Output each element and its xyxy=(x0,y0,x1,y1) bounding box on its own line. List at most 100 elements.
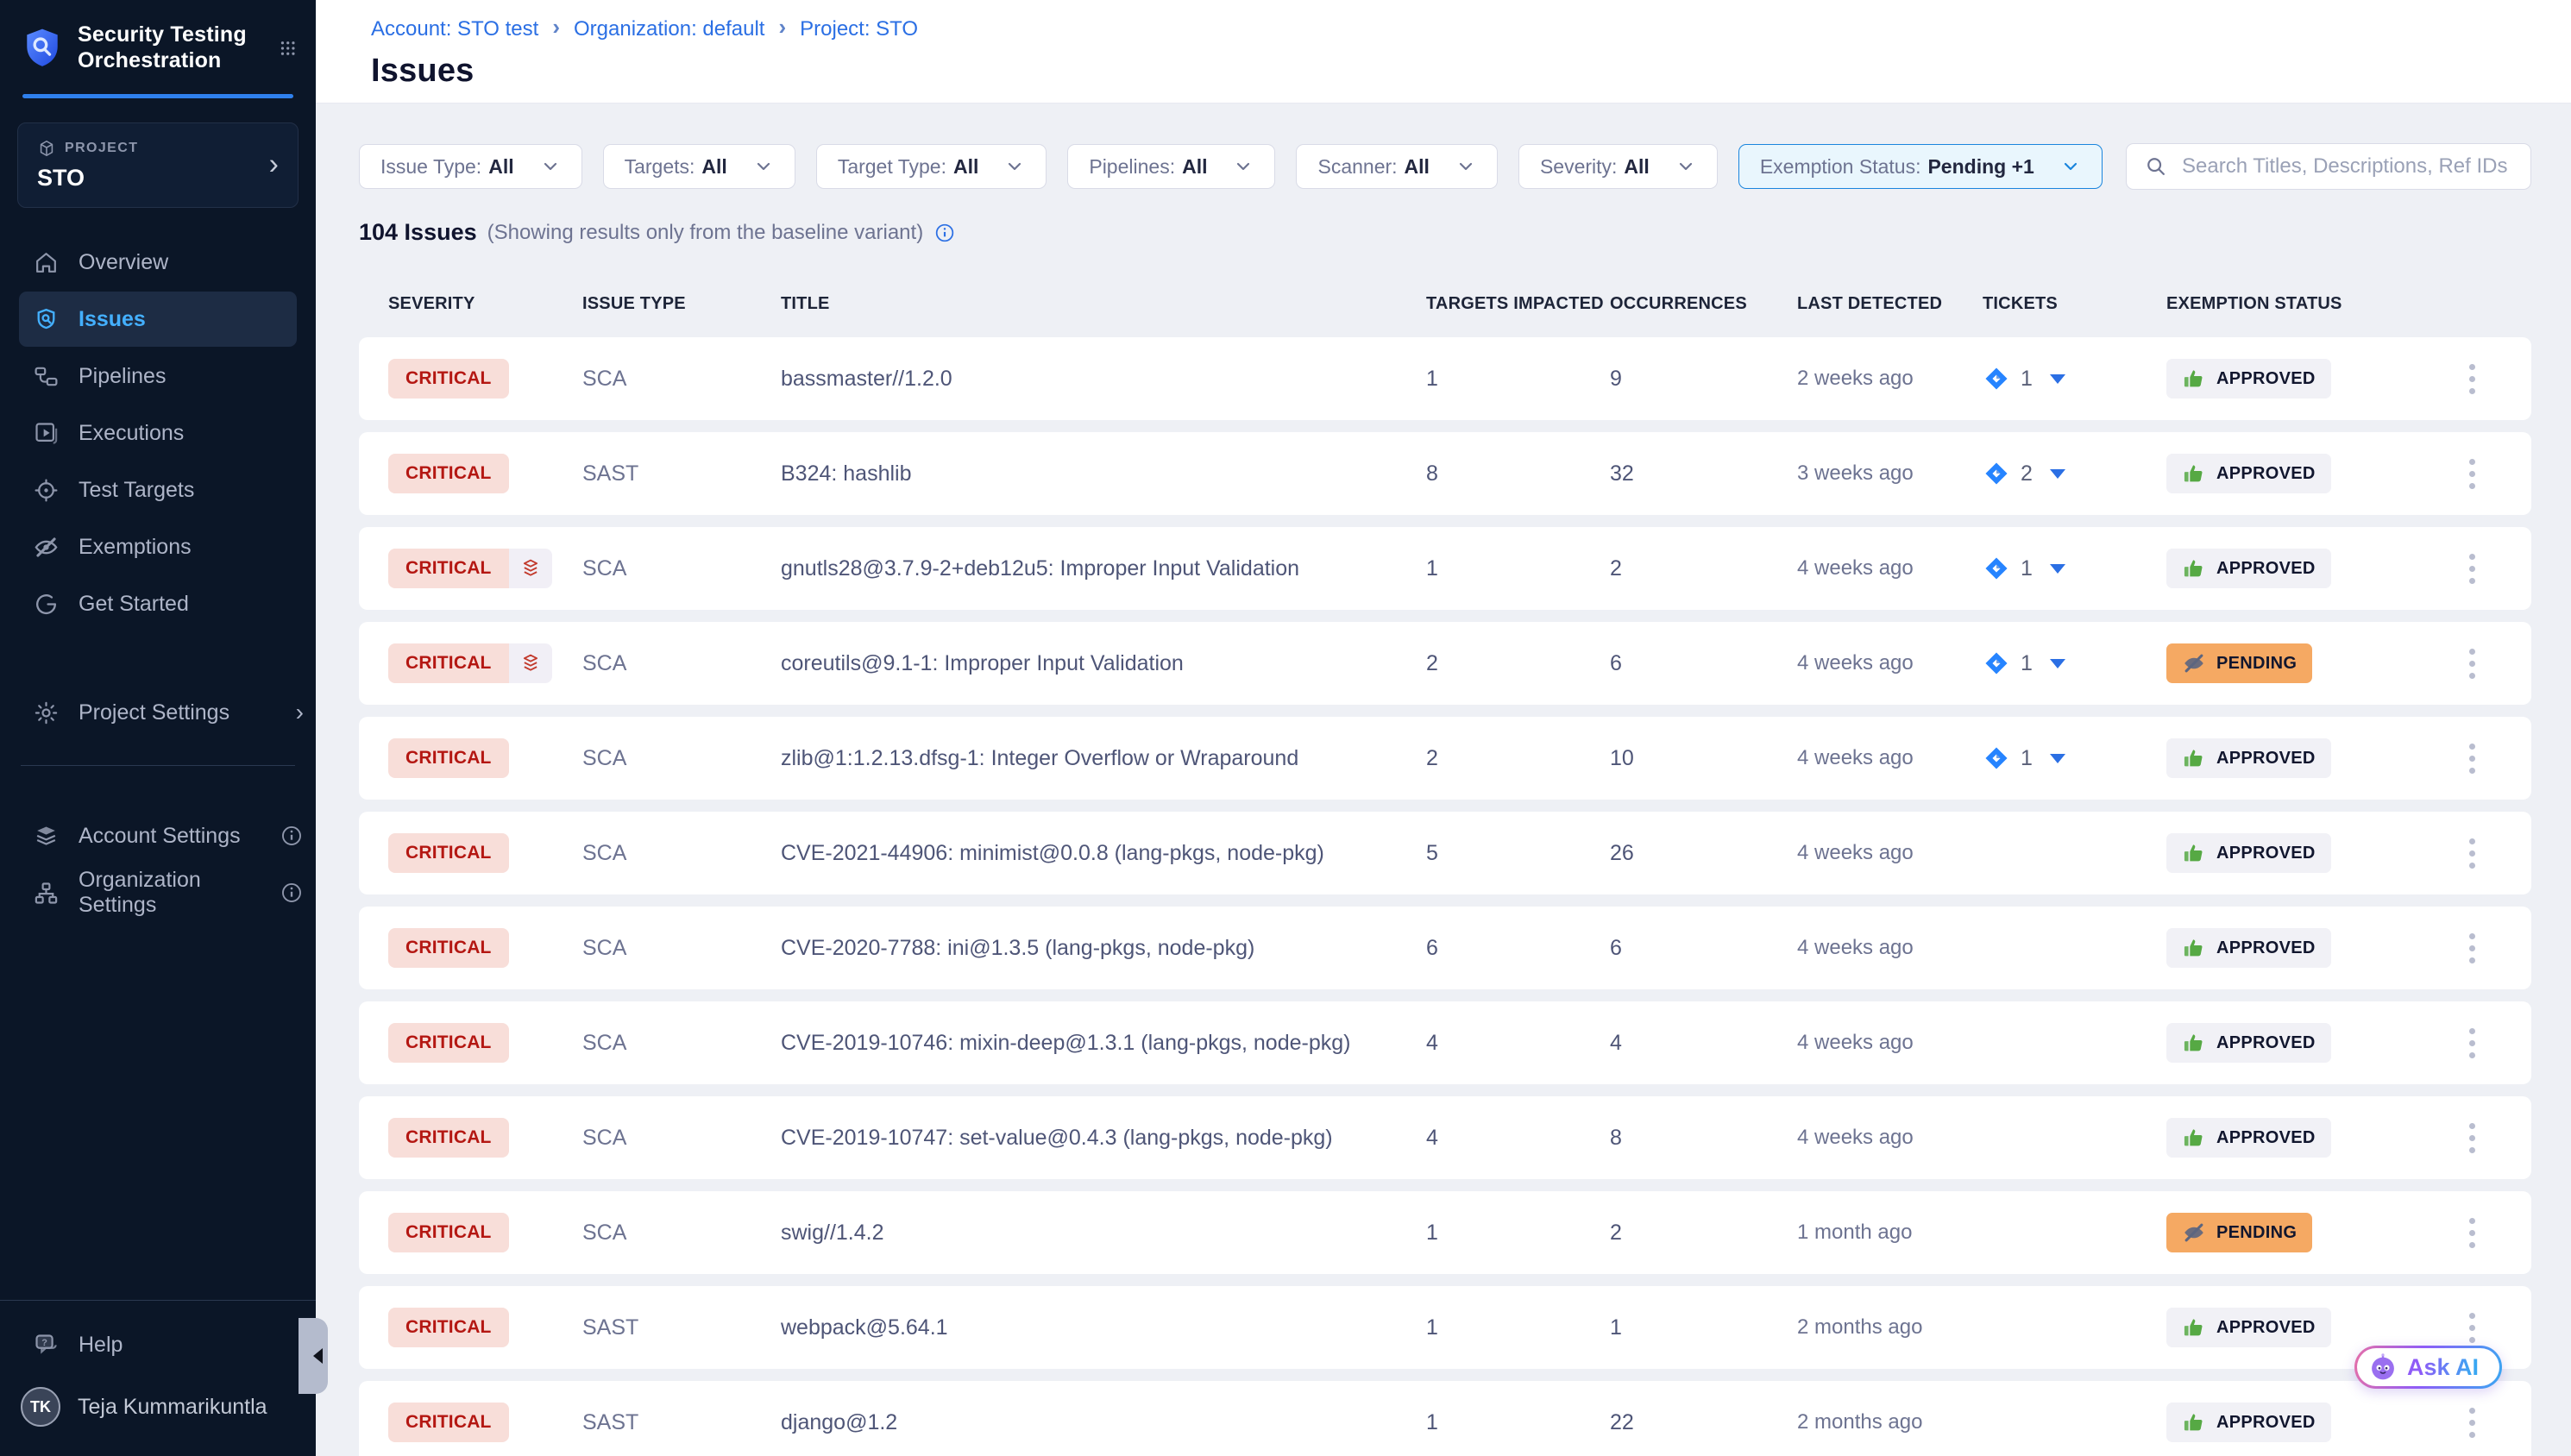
sidebar-item-exemptions[interactable]: Exemptions xyxy=(0,519,316,574)
table-row[interactable]: CRITICALSASTwebpack@5.64.1112 months ago… xyxy=(359,1286,2531,1369)
breadcrumb-link-1[interactable]: Organization: default xyxy=(574,17,764,41)
ticket-caret-down-icon[interactable] xyxy=(2050,469,2065,479)
severity-badge: CRITICAL xyxy=(388,643,552,683)
issue-type: SCA xyxy=(582,651,781,676)
issue-title: webpack@5.64.1 xyxy=(781,1315,1426,1340)
chevron-down-icon xyxy=(1675,156,1696,177)
app-logo-row: Security Testing Orchestration xyxy=(0,0,316,91)
tickets-cell[interactable]: 2 xyxy=(1983,460,2166,487)
thumb-up-icon xyxy=(2182,1410,2206,1434)
row-menu-kebab-icon[interactable] xyxy=(2461,452,2484,496)
row-menu-kebab-icon[interactable] xyxy=(2461,547,2484,591)
info-trailing[interactable] xyxy=(280,881,304,905)
ticket-caret-down-icon[interactable] xyxy=(2050,754,2065,763)
org-settings-icon xyxy=(33,880,60,907)
row-menu-kebab-icon[interactable] xyxy=(2461,1021,2484,1065)
tickets-cell[interactable]: 1 xyxy=(1983,744,2166,772)
table-row[interactable]: CRITICALSCAzlib@1:1.2.13.dfsg-1: Integer… xyxy=(359,717,2531,800)
info-icon[interactable] xyxy=(933,222,956,244)
breadcrumb-link-0[interactable]: Account: STO test xyxy=(371,17,538,41)
app-root: Security Testing Orchestration PROJECT S… xyxy=(0,0,2571,1456)
ask-ai-button[interactable]: Ask AI xyxy=(2354,1346,2502,1389)
exemption-status-badge: APPROVED xyxy=(2166,359,2331,399)
tickets-cell[interactable]: 1 xyxy=(1983,555,2166,582)
row-menu-kebab-icon[interactable] xyxy=(2461,1211,2484,1255)
user-profile[interactable]: TK Teja Kummarikuntla xyxy=(0,1375,316,1456)
filter-pipelines[interactable]: Pipelines:All xyxy=(1067,144,1275,189)
targets-impacted-value: 2 xyxy=(1426,746,1610,771)
sidebar-item-pipelines[interactable]: Pipelines xyxy=(0,348,316,404)
targets-impacted-value: 8 xyxy=(1426,461,1610,486)
target-icon xyxy=(33,477,60,504)
table-row[interactable]: CRITICALSCAgnutls28@3.7.9-2+deb12u5: Imp… xyxy=(359,527,2531,610)
sidebar-item-issues[interactable]: Issues xyxy=(19,292,297,347)
column-header-title: TITLE xyxy=(781,294,1426,314)
exemption-status-badge: APPROVED xyxy=(2166,928,2331,968)
filter-scanner[interactable]: Scanner:All xyxy=(1296,144,1497,189)
ticket-caret-down-icon[interactable] xyxy=(2050,374,2065,384)
table-row[interactable]: CRITICALSASTdjango@1.21222 months agoAPP… xyxy=(359,1381,2531,1456)
severity-cell: CRITICAL xyxy=(388,549,582,588)
sidebar-collapse-handle[interactable] xyxy=(299,1318,328,1394)
table-row[interactable]: CRITICALSCACVE-2021-44906: minimist@0.0.… xyxy=(359,812,2531,894)
tickets-cell[interactable]: 1 xyxy=(1983,365,2166,392)
issue-type: SCA xyxy=(582,1126,781,1151)
ticket-caret-down-icon[interactable] xyxy=(2050,659,2065,668)
table-row[interactable]: CRITICALSCACVE-2019-10746: mixin-deep@1.… xyxy=(359,1001,2531,1084)
info-trailing[interactable] xyxy=(280,824,304,848)
account-settings-icon xyxy=(33,823,60,850)
sidebar-item-organization-settings[interactable]: Organization Settings xyxy=(0,865,316,920)
sidebar-item-account-settings[interactable]: Account Settings xyxy=(0,808,316,863)
row-menu-kebab-icon[interactable] xyxy=(2461,926,2484,970)
filter-label: Targets: xyxy=(625,155,695,179)
filter-target-type[interactable]: Target Type:All xyxy=(816,144,1047,189)
severity-cell: CRITICAL xyxy=(388,928,582,968)
row-menu-kebab-icon[interactable] xyxy=(2461,832,2484,875)
occurrences-value: 8 xyxy=(1610,1126,1797,1151)
table-row[interactable]: CRITICALSCACVE-2020-7788: ini@1.3.5 (lan… xyxy=(359,907,2531,989)
project-selector[interactable]: PROJECT STO › xyxy=(17,122,299,208)
ticket-count: 2 xyxy=(2021,461,2033,486)
search-input[interactable] xyxy=(2182,154,2513,179)
table-row[interactable]: CRITICALSCAswig//1.4.2121 month agoPENDI… xyxy=(359,1191,2531,1274)
page-header: Account: STO test›Organization: default›… xyxy=(316,0,2571,104)
sidebar-item-overview[interactable]: Overview xyxy=(0,235,316,290)
severity-cell: CRITICAL xyxy=(388,1403,582,1442)
severity-layers-segment xyxy=(509,643,552,683)
occurrences-value: 6 xyxy=(1610,651,1797,676)
module-grid-menu-icon[interactable] xyxy=(279,34,297,63)
row-menu-kebab-icon[interactable] xyxy=(2461,642,2484,686)
row-menu-kebab-icon[interactable] xyxy=(2461,357,2484,401)
row-menu-kebab-icon[interactable] xyxy=(2461,1306,2484,1350)
sidebar-item-project-settings[interactable]: Project Settings› xyxy=(0,685,316,740)
filter-issue-type[interactable]: Issue Type:All xyxy=(359,144,582,189)
sidebar-settings-nav: Project Settings› xyxy=(0,684,316,741)
jira-icon xyxy=(1983,555,2010,582)
sidebar-item-get-started[interactable]: Get Started xyxy=(0,576,316,631)
table-row[interactable]: CRITICALSASTB324: hashlib8323 weeks ago2… xyxy=(359,432,2531,515)
filter-label: Exemption Status: xyxy=(1760,155,1921,179)
table-row[interactable]: CRITICALSCAbassmaster//1.2.0192 weeks ag… xyxy=(359,337,2531,420)
exemption-status-badge: APPROVED xyxy=(2166,833,2331,873)
filter-value: Pending +1 xyxy=(1927,155,2034,179)
tickets-cell[interactable]: 1 xyxy=(1983,650,2166,677)
app-title: Security Testing Orchestration xyxy=(78,22,279,73)
row-menu-kebab-icon[interactable] xyxy=(2461,1401,2484,1445)
sidebar-item-executions[interactable]: Executions xyxy=(0,405,316,461)
breadcrumb-link-2[interactable]: Project: STO xyxy=(800,17,918,41)
table-row[interactable]: CRITICALSCACVE-2019-10747: set-value@0.4… xyxy=(359,1096,2531,1179)
row-menu-kebab-icon[interactable] xyxy=(2461,1116,2484,1160)
ticket-caret-down-icon[interactable] xyxy=(2050,564,2065,574)
severity-cell: CRITICAL xyxy=(388,738,582,778)
filter-targets[interactable]: Targets:All xyxy=(603,144,795,189)
filter-severity[interactable]: Severity:All xyxy=(1518,144,1718,189)
issues-count-note: (Showing results only from the baseline … xyxy=(487,221,924,245)
issues-table: SEVERITYISSUE TYPETITLETARGETS IMPACTEDO… xyxy=(359,291,2531,1456)
filter-exemption-status[interactable]: Exemption Status:Pending +1 xyxy=(1738,144,2103,189)
table-row[interactable]: CRITICALSCAcoreutils@9.1-1: Improper Inp… xyxy=(359,622,2531,705)
severity-badge: CRITICAL xyxy=(388,738,509,778)
row-menu-kebab-icon[interactable] xyxy=(2461,737,2484,781)
sidebar-item-test-targets[interactable]: Test Targets xyxy=(0,462,316,518)
sidebar-item-help[interactable]: ? Help xyxy=(0,1315,316,1375)
targets-impacted-value: 4 xyxy=(1426,1126,1610,1151)
